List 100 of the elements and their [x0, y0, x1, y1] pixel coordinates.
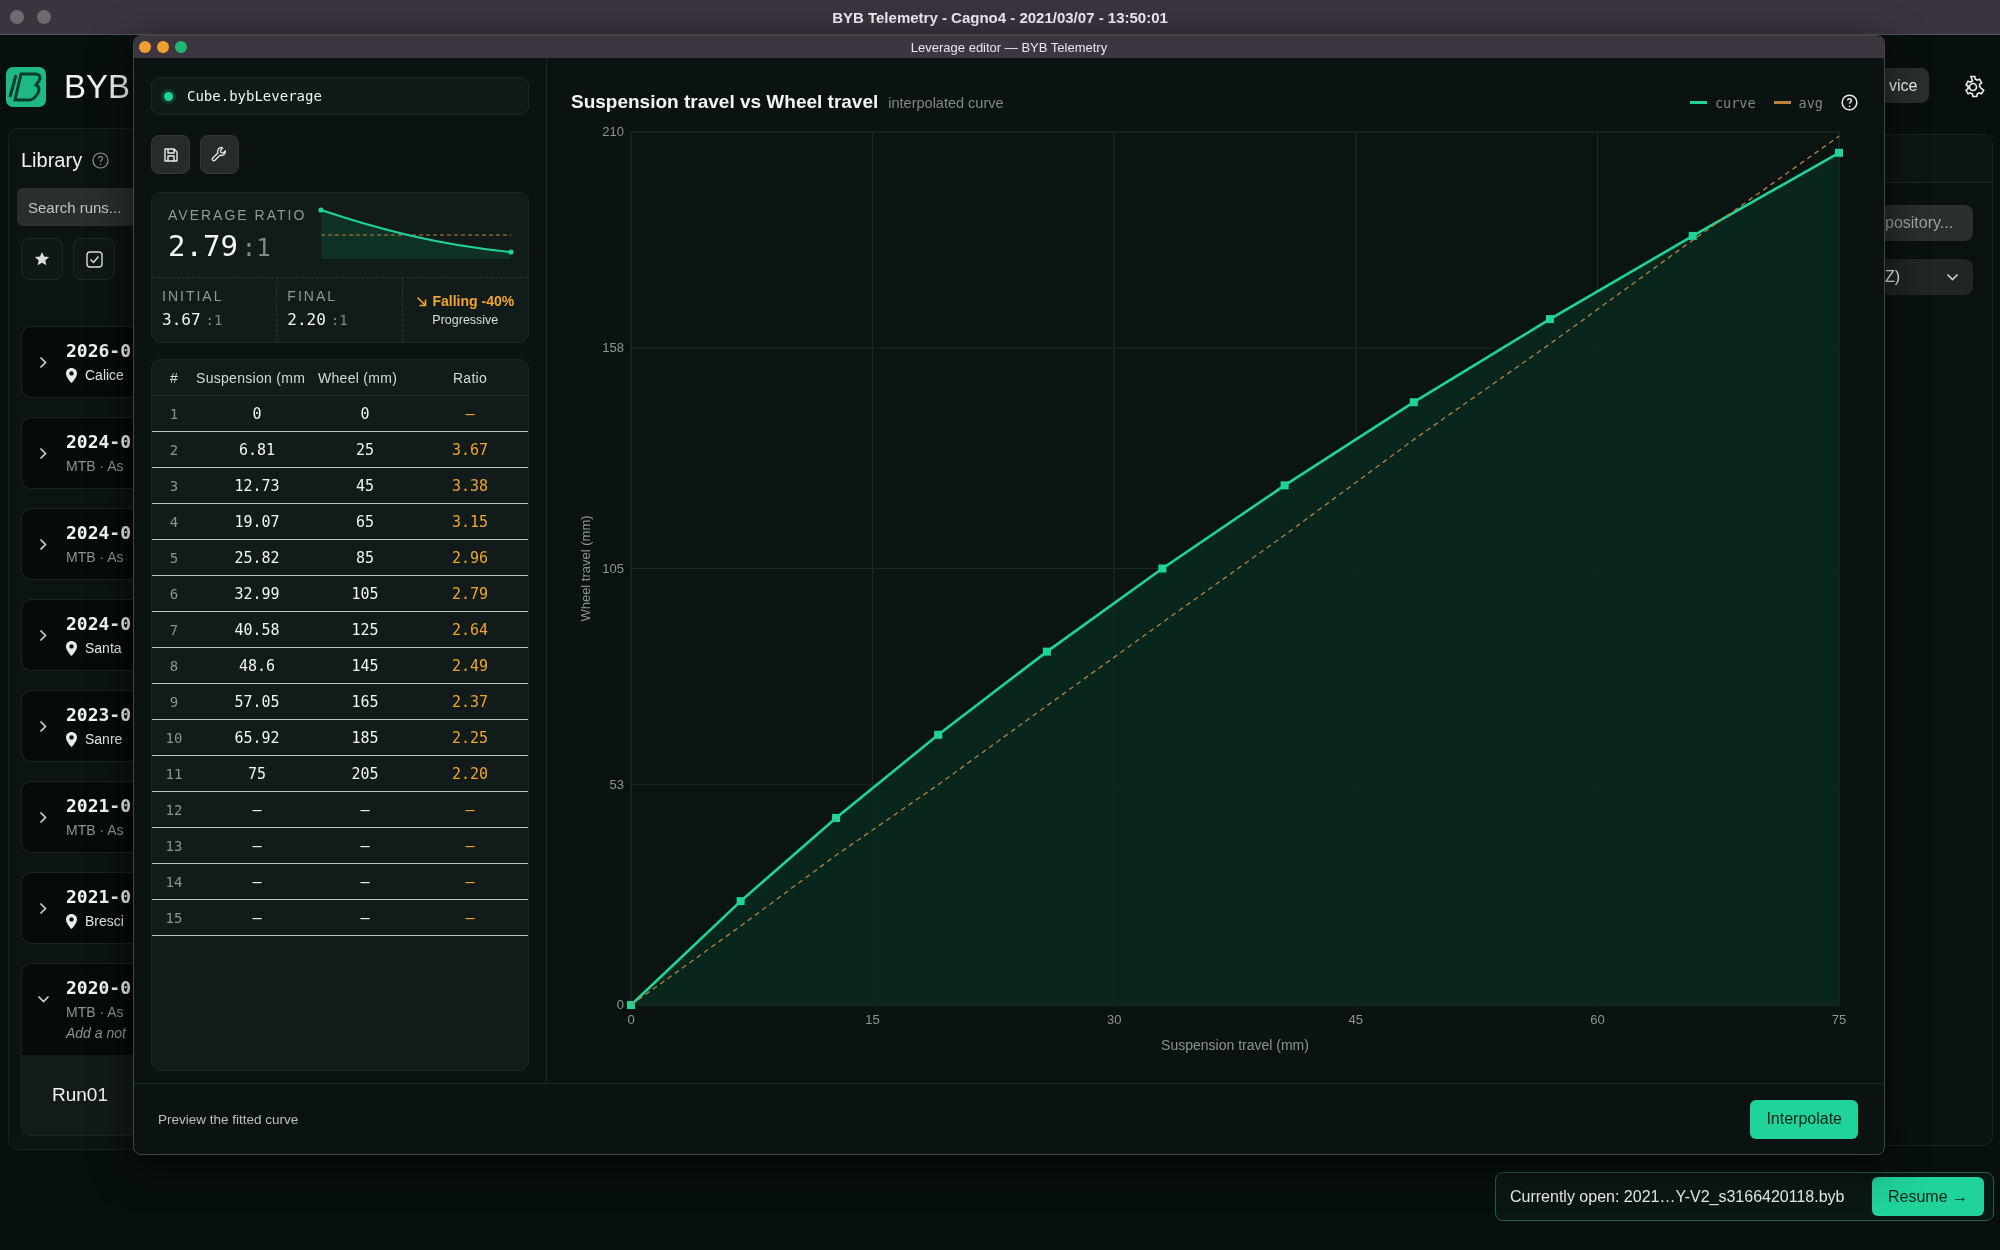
device-button[interactable]: vice	[1885, 68, 1929, 103]
trend-down-icon	[416, 295, 428, 307]
ratio-unit: :1	[330, 312, 348, 328]
row-index: 9	[168, 693, 180, 710]
session-date: 2026-0	[66, 339, 132, 363]
data-point[interactable]	[1042, 647, 1051, 656]
chevron-right-icon[interactable]	[39, 446, 47, 460]
data-point[interactable]	[1409, 398, 1418, 407]
chevron-down-icon[interactable]	[1946, 273, 1959, 281]
session-date: 2023-0	[66, 703, 132, 727]
status-dot-icon	[164, 91, 173, 101]
trend-text: Falling -40%	[432, 293, 515, 309]
data-point[interactable]	[934, 730, 943, 739]
chevron-right-icon[interactable]	[39, 628, 47, 642]
run-meta-text: MTB · As	[66, 821, 124, 840]
data-point[interactable]	[1545, 315, 1554, 324]
wheel-cell-text: —	[359, 908, 371, 927]
resume-button[interactable]: Resume →	[1871, 1177, 1984, 1216]
chart-subtitle: interpolated curve	[888, 95, 1004, 111]
axis-tick-label: 15	[865, 1012, 880, 1027]
suspension-cell-text: 25.82	[233, 548, 281, 567]
close-window-icon[interactable]	[139, 41, 151, 53]
dialog-title: Leverage editor — BYB Telemetry	[910, 39, 1108, 55]
chart-title: Suspension travel vs Wheel travel	[571, 91, 879, 113]
stat-label: AVERAGE RATIO	[168, 207, 307, 223]
session-date: 2024-0	[66, 612, 132, 636]
session-card[interactable]: 2024-0 MTB · As	[21, 417, 134, 489]
row-index: 4	[168, 513, 180, 530]
chevron-right-icon[interactable]	[39, 355, 47, 369]
session-card[interactable]: 2020-0 MTB · As Add a not Run01	[21, 963, 134, 1136]
data-point[interactable]	[736, 897, 745, 906]
favorites-filter-button[interactable]	[21, 238, 63, 280]
stat-value: 2.20	[287, 310, 326, 329]
axis-tick-label: 158	[602, 340, 624, 356]
note-placeholder[interactable]: Add a not	[66, 1025, 132, 1041]
wheel-cell-text: 145	[350, 656, 380, 675]
ratio-cell-text: —	[464, 908, 476, 927]
chevron-down-icon[interactable]	[36, 995, 50, 1003]
chevron-right-icon[interactable]	[39, 901, 47, 915]
chevron-right-icon[interactable]	[39, 810, 47, 824]
row-index: 2	[168, 441, 180, 458]
repository-field[interactable]: pository...	[1885, 205, 1973, 241]
suspension-cell-text: 65.92	[233, 728, 281, 747]
checklist-filter-button[interactable]	[73, 238, 115, 280]
interpolate-button[interactable]: Interpolate	[1750, 1099, 1858, 1139]
tools-button[interactable]	[200, 135, 239, 174]
wheel-cell-text: —	[359, 872, 371, 891]
save-icon	[162, 146, 179, 163]
suspension-cell-text: 12.73	[233, 476, 281, 495]
session-card[interactable]: 2023-0 Sanre	[21, 690, 134, 762]
suspension-cell-text: 19.07	[233, 512, 281, 531]
session-date: 2021-0	[66, 794, 132, 818]
save-button[interactable]	[151, 135, 190, 174]
row-index: 12	[164, 801, 184, 818]
suspension-cell-text: 75	[246, 764, 268, 783]
chevron-right-icon[interactable]	[39, 719, 47, 733]
row-index: 14	[164, 873, 184, 890]
session-card[interactable]: 2021-0 Bresci	[21, 872, 134, 944]
session-card[interactable]: 2021-0 MTB · As	[21, 781, 134, 853]
location-text: Santa	[85, 639, 122, 658]
wheel-cell-text: 165	[350, 692, 380, 711]
minimize-window-icon[interactable]	[157, 41, 169, 53]
column-header: #	[168, 369, 180, 386]
session-card[interactable]: 2024-0 MTB · As	[21, 508, 134, 580]
wheel-cell-text: 185	[350, 728, 380, 747]
trend-caption: Progressive	[432, 313, 499, 327]
chevron-right-icon[interactable]	[39, 537, 47, 551]
session-card[interactable]: 2024-0 Santa	[21, 599, 134, 671]
data-point[interactable]	[1158, 564, 1167, 573]
session-date: 2024-0	[66, 430, 132, 454]
axis-tick-label: 60	[1590, 1012, 1605, 1027]
ratio-cell-text: —	[464, 404, 476, 423]
suspension-cell-text: 6.81	[237, 440, 277, 459]
data-point[interactable]	[1835, 148, 1843, 157]
wheel-cell-text: 25	[354, 440, 376, 459]
legend-label: curve	[1714, 94, 1756, 111]
run-meta-text: MTB · As	[66, 548, 124, 567]
wheel-cell-text: 125	[350, 620, 380, 639]
data-point[interactable]	[832, 813, 841, 822]
checkbox-icon	[85, 250, 103, 268]
axis-tick-label: 53	[609, 776, 624, 792]
row-index: 6	[168, 585, 180, 602]
row-index: 10	[164, 729, 184, 746]
run-meta-text: MTB · As	[66, 1003, 124, 1022]
data-point[interactable]	[1688, 231, 1697, 240]
run-row[interactable]: Run01	[22, 1055, 134, 1135]
data-point[interactable]	[1280, 481, 1289, 490]
axis-tick-label: 75	[1831, 1012, 1847, 1027]
row-index: 5	[168, 549, 180, 566]
session-date: 2024-0	[66, 521, 132, 545]
maximize-window-icon[interactable]	[175, 41, 187, 53]
dropdown[interactable]: Z)	[1885, 259, 1973, 295]
wheel-cell-text: 65	[354, 512, 376, 531]
run-name: Run01	[52, 1084, 108, 1106]
axis-tick-label: 0	[616, 997, 624, 1012]
wheel-cell-text: 85	[354, 548, 376, 567]
ratio-cell-text: 3.15	[450, 512, 490, 531]
session-card[interactable]: 2026-0 Calice	[21, 326, 134, 398]
search-field[interactable]: Search runs...	[17, 188, 134, 226]
location-text: Sanre	[85, 730, 123, 749]
